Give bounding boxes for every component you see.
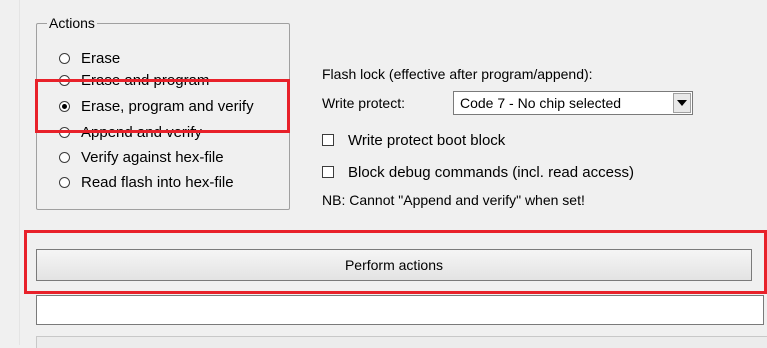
block-debug-checkbox[interactable]: Block debug commands (incl. read access) (322, 162, 634, 182)
write-protect-label: Write protect: (322, 95, 405, 111)
radio-label: Erase (81, 49, 121, 67)
radio-button[interactable] (59, 74, 70, 86)
chevron-down-icon (677, 100, 687, 106)
radio-label: Verify against hex-file (81, 148, 224, 166)
checkbox[interactable] (322, 166, 334, 178)
actions-group-title: Actions (47, 15, 97, 31)
flash-lock-heading: Flash lock (effective after program/appe… (322, 66, 593, 82)
radio-button[interactable] (59, 176, 70, 188)
panel-divider (19, 0, 20, 345)
write-protect-boot-block-checkbox[interactable]: Write protect boot block (322, 130, 505, 150)
checkbox-label: Block debug commands (incl. read access) (348, 163, 634, 181)
radio-label: Erase and program (81, 71, 210, 89)
bottom-panel (36, 336, 767, 348)
write-protect-select[interactable]: Code 7 - No chip selected (453, 91, 693, 115)
radio-erase[interactable]: Erase (59, 48, 120, 68)
radio-label: Erase, program and verify (81, 97, 254, 115)
radio-read-flash[interactable]: Read flash into hex-file (59, 172, 234, 192)
radio-erase-program-verify[interactable]: Erase, program and verify (59, 96, 254, 116)
dropdown-button[interactable] (673, 93, 691, 113)
flash-lock-note: NB: Cannot "Append and verify" when set! (322, 192, 585, 208)
checkbox[interactable] (322, 134, 334, 146)
radio-button[interactable] (59, 52, 70, 64)
radio-button[interactable] (59, 151, 70, 163)
radio-button-selected[interactable] (59, 100, 70, 112)
radio-append-and-verify[interactable]: Append and verify (59, 122, 202, 142)
status-output-field[interactable] (36, 295, 764, 325)
radio-button[interactable] (59, 126, 70, 138)
radio-erase-and-program[interactable]: Erase and program (59, 70, 209, 90)
radio-label: Read flash into hex-file (81, 173, 234, 191)
radio-verify-against-hex[interactable]: Verify against hex-file (59, 147, 224, 167)
write-protect-value: Code 7 - No chip selected (460, 95, 622, 111)
checkbox-label: Write protect boot block (348, 131, 506, 149)
radio-label: Append and verify (81, 123, 202, 141)
perform-actions-button[interactable]: Perform actions (36, 249, 752, 281)
